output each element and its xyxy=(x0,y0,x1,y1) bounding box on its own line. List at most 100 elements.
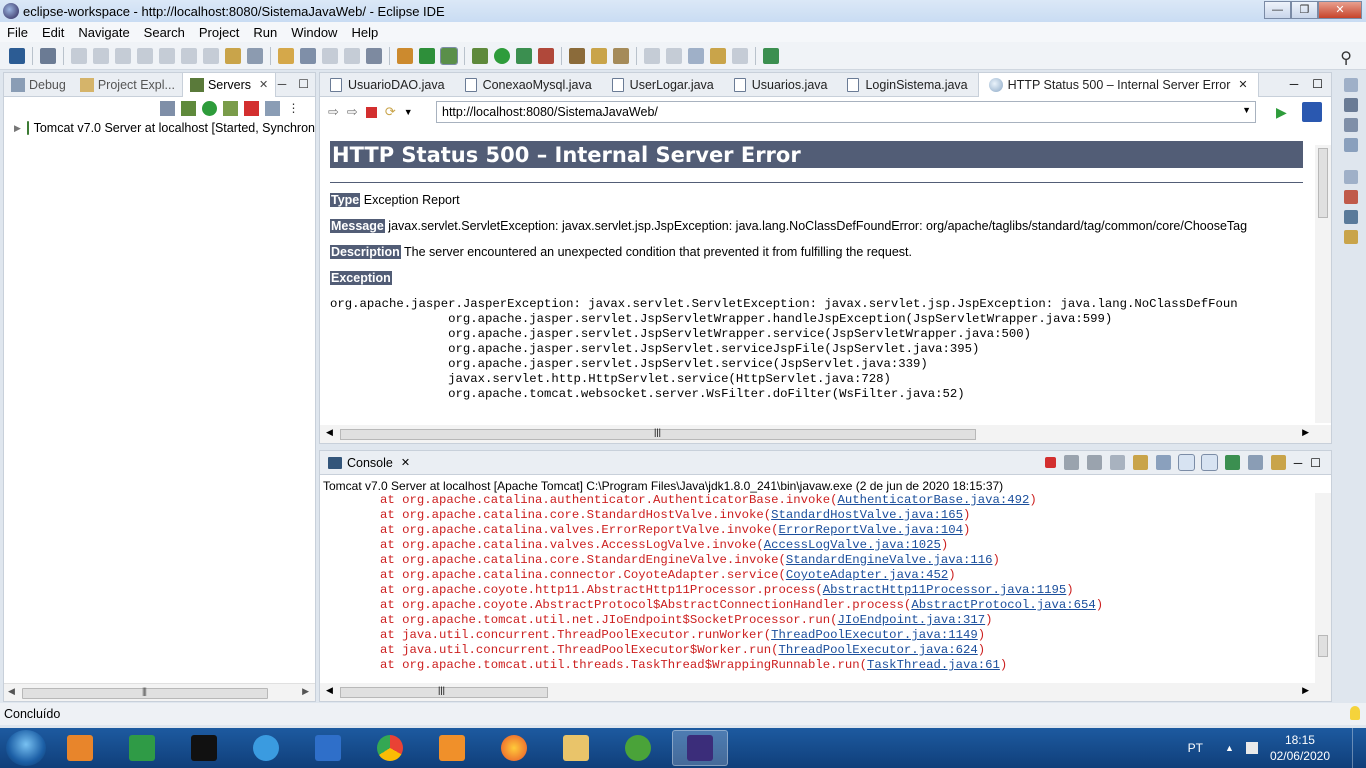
expressions-icon[interactable] xyxy=(1344,138,1358,152)
variables-icon[interactable] xyxy=(1344,98,1358,112)
scroll-right-icon[interactable]: ▶ xyxy=(1302,685,1309,696)
debug-icon[interactable] xyxy=(472,47,488,64)
clock[interactable]: 18:15 02/06/2020 xyxy=(1270,732,1330,764)
expand-arrow-icon[interactable]: ▶ xyxy=(14,123,21,134)
taskbar-eclipse[interactable] xyxy=(672,730,728,766)
menu-file[interactable]: File xyxy=(0,25,35,40)
show-on-stderr-icon[interactable] xyxy=(1200,454,1218,471)
language-indicator[interactable]: PT xyxy=(1188,741,1203,755)
start-server-icon[interactable] xyxy=(202,100,217,116)
refresh-icon[interactable]: ⟳ xyxy=(385,104,396,120)
restore-icon[interactable] xyxy=(1344,170,1358,184)
tab-userlogar[interactable]: UserLogar.java xyxy=(602,73,724,97)
outline-icon[interactable] xyxy=(1344,190,1358,204)
open-type-icon[interactable] xyxy=(366,47,382,64)
stop-server-icon[interactable] xyxy=(244,100,259,116)
source-link[interactable]: TaskThread.java:61 xyxy=(867,658,1000,672)
scrollbar-thumb[interactable] xyxy=(1318,635,1328,657)
step-return-icon[interactable] xyxy=(203,47,219,64)
publish-icon[interactable] xyxy=(440,46,458,65)
resume-icon[interactable] xyxy=(71,47,87,64)
use-step-filters-icon[interactable] xyxy=(247,47,263,64)
menu-window[interactable]: Window xyxy=(284,25,344,40)
maximize-button[interactable]: ❐ xyxy=(1291,1,1318,19)
remove-all-terminated-icon[interactable] xyxy=(1086,455,1102,470)
go-icon[interactable]: ▶ xyxy=(1276,104,1287,121)
external-tools-icon[interactable] xyxy=(538,47,554,64)
open-folder-icon[interactable] xyxy=(569,47,585,64)
display-console-icon[interactable] xyxy=(1247,455,1263,470)
previous-annotation-icon[interactable] xyxy=(666,47,682,64)
forward-icon[interactable] xyxy=(732,47,748,64)
collapse-all-icon[interactable] xyxy=(160,100,175,116)
save-all-icon[interactable] xyxy=(344,47,360,64)
taskbar-internet-explorer[interactable] xyxy=(238,730,294,766)
minimize-editor-icon[interactable]: ─ xyxy=(1290,77,1299,91)
minimize-button[interactable]: — xyxy=(1264,1,1291,19)
scroll-left-icon[interactable]: ◀ xyxy=(326,685,333,696)
menu-edit[interactable]: Edit xyxy=(35,25,71,40)
refresh-dropdown-icon[interactable]: ▼ xyxy=(404,107,413,117)
show-on-stdout-icon[interactable] xyxy=(1177,454,1195,471)
terminate-icon[interactable] xyxy=(1044,457,1056,468)
scroll-lock-icon[interactable] xyxy=(1132,455,1148,470)
source-link[interactable]: CoyoteAdapter.java:452 xyxy=(786,568,948,582)
step-into-icon[interactable] xyxy=(159,47,175,64)
show-hidden-icons-icon[interactable]: ▲ xyxy=(1225,743,1234,753)
next-annotation-icon[interactable] xyxy=(644,47,660,64)
close-tab-icon[interactable]: ✕ xyxy=(259,78,268,91)
scroll-left-icon[interactable]: ◀ xyxy=(326,427,333,438)
taskbar-file-explorer[interactable] xyxy=(548,730,604,766)
source-link[interactable]: AbstractProtocol.java:654 xyxy=(911,598,1095,612)
console-tab-label[interactable]: Console xyxy=(347,456,393,470)
action-center-icon[interactable] xyxy=(1245,742,1258,754)
publish-server-icon[interactable] xyxy=(265,100,280,116)
open-external-browser-icon[interactable] xyxy=(1302,102,1322,122)
stop-icon[interactable] xyxy=(365,106,377,118)
lightbulb-icon[interactable] xyxy=(1350,706,1360,720)
back-arrow-icon[interactable]: ⇨ xyxy=(328,104,339,120)
open-console-icon[interactable] xyxy=(1270,455,1286,470)
tab-conexaomysql[interactable]: ConexaoMysql.java xyxy=(455,73,602,97)
scrollbar-thumb[interactable] xyxy=(1318,148,1328,218)
tab-debug[interactable]: Debug xyxy=(4,73,73,97)
maximize-editor-icon[interactable]: ☐ xyxy=(1312,77,1323,91)
maximize-view-icon[interactable]: ☐ xyxy=(1310,456,1321,470)
skip-breakpoints-icon[interactable] xyxy=(40,47,56,64)
taskbar-cmd[interactable] xyxy=(176,730,232,766)
source-link[interactable]: StandardHostValve.java:165 xyxy=(771,508,963,522)
show-desktop-button[interactable] xyxy=(1352,728,1366,768)
maximize-view-icon[interactable]: ☐ xyxy=(298,77,309,91)
start-button[interactable] xyxy=(6,730,46,766)
new-window-icon[interactable] xyxy=(9,47,25,64)
java-icon[interactable] xyxy=(1344,210,1358,224)
horizontal-scrollbar[interactable]: ◀ ||| ▶ xyxy=(320,425,1331,443)
menu-run[interactable]: Run xyxy=(246,25,284,40)
search-icon[interactable]: ⚲ xyxy=(1340,48,1352,68)
url-input[interactable]: http://localhost:8080/SistemaJavaWeb/ ▼ xyxy=(436,101,1256,123)
scroll-right-icon[interactable]: ▶ xyxy=(302,686,309,697)
menu-navigate[interactable]: Navigate xyxy=(71,25,136,40)
terminate-icon[interactable] xyxy=(115,47,131,64)
breakpoints-icon[interactable] xyxy=(1344,118,1358,132)
taskbar-media-player[interactable] xyxy=(52,730,108,766)
taskbar-utorrent[interactable] xyxy=(610,730,666,766)
source-link[interactable]: StandardEngineValve.java:116 xyxy=(786,553,993,567)
source-link[interactable]: ThreadPoolExecutor.java:624 xyxy=(778,643,977,657)
pin-console-icon[interactable] xyxy=(1224,455,1240,470)
close-tab-icon[interactable]: ✕ xyxy=(1238,78,1247,91)
clear-console-icon[interactable] xyxy=(1109,455,1125,470)
scroll-right-icon[interactable]: ▶ xyxy=(1302,427,1309,438)
last-edit-location-icon[interactable] xyxy=(688,47,704,64)
tab-project-explorer[interactable]: Project Expl... xyxy=(73,73,182,97)
tab-browser[interactable]: HTTP Status 500 – Internal Server Error … xyxy=(977,72,1259,97)
menu-project[interactable]: Project xyxy=(192,25,246,40)
horizontal-scrollbar[interactable]: ◀ ||| ▶ xyxy=(320,683,1331,701)
source-link[interactable]: ErrorReportValve.java:104 xyxy=(778,523,962,537)
source-link[interactable]: AccessLogValve.java:1025 xyxy=(764,538,941,552)
suspend-icon[interactable] xyxy=(93,47,109,64)
tab-servers[interactable]: Servers ✕ xyxy=(181,72,277,97)
back-icon[interactable] xyxy=(710,47,726,64)
word-wrap-icon[interactable] xyxy=(1155,455,1171,470)
source-link[interactable]: JIoEndpoint.java:317 xyxy=(838,613,986,627)
